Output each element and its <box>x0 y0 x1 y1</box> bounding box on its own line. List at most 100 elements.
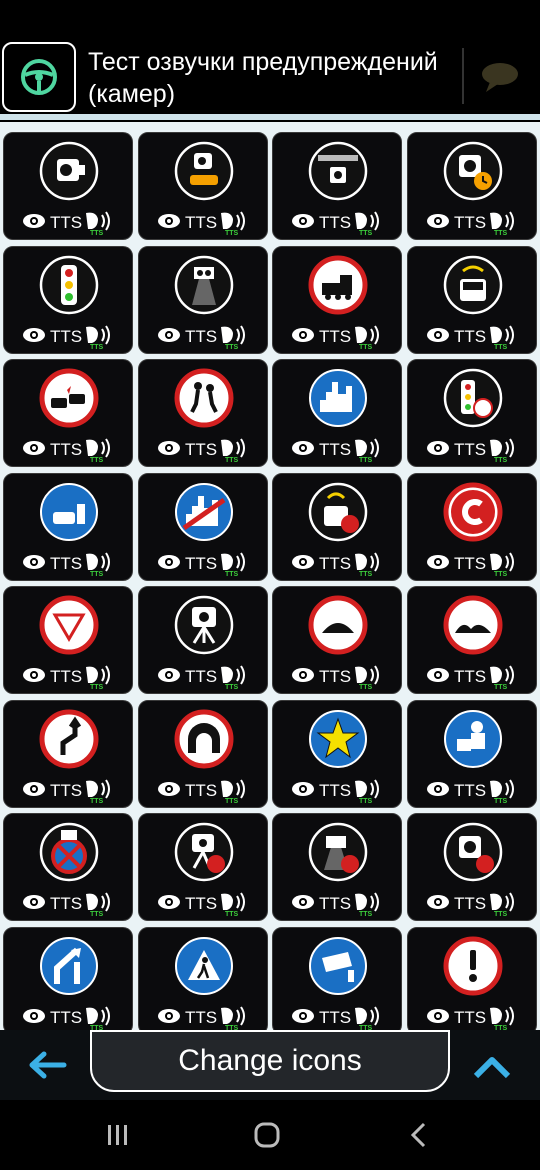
tts-label[interactable]: TTS <box>319 781 351 800</box>
chevron-up-icon[interactable] <box>472 1052 512 1082</box>
home-icon[interactable] <box>252 1120 282 1150</box>
eye-icon[interactable] <box>292 214 314 228</box>
voice-icon[interactable] <box>355 665 379 685</box>
tile-cctv-camera[interactable]: TTS TTS <box>272 926 402 1030</box>
tts-label[interactable]: TTS <box>319 327 351 346</box>
voice-icon[interactable] <box>489 211 514 231</box>
tts-label[interactable]: TTS <box>185 667 217 686</box>
voice-icon[interactable] <box>355 892 379 912</box>
eye-icon[interactable] <box>292 441 314 455</box>
tts-label[interactable]: TTS <box>319 440 351 459</box>
eye-icon[interactable] <box>426 441 449 455</box>
tts-label[interactable]: TTS <box>185 213 217 232</box>
eye-icon[interactable] <box>157 327 180 342</box>
eye-icon[interactable] <box>157 554 180 569</box>
tile-danger[interactable]: TTS TTS <box>406 926 537 1030</box>
voice-icon[interactable] <box>220 551 245 572</box>
eye-icon[interactable] <box>23 441 45 455</box>
tts-label[interactable]: TTS <box>50 781 82 800</box>
voice-icon[interactable] <box>355 324 379 345</box>
tile-lane-camera-rear[interactable]: TTS TTS <box>272 813 402 921</box>
tile-yield[interactable]: TTS TTS <box>3 586 133 694</box>
tile-lane-camera[interactable]: TTS TTS <box>137 245 268 354</box>
tts-label[interactable]: TTS <box>50 327 82 346</box>
tile-car-speed-camera[interactable]: TTS TTS <box>137 132 268 240</box>
tile-parking-zone[interactable]: TTS TTS <box>3 472 133 581</box>
voice-icon[interactable] <box>220 892 245 912</box>
eye-icon[interactable] <box>426 895 449 909</box>
tile-dangerous-curves[interactable]: TTS TTS <box>3 699 133 808</box>
tile-speed-camera-rear[interactable]: TTS TTS <box>406 813 537 921</box>
tile-police-post[interactable]: TTS TTS <box>406 699 537 808</box>
eye-icon[interactable] <box>23 327 45 342</box>
tile-no-parking-camera[interactable]: TTS TTS <box>3 813 133 921</box>
app-logo-button[interactable] <box>2 42 76 112</box>
voice-icon[interactable] <box>355 778 379 799</box>
tile-speed-bump[interactable]: TTS TTS <box>272 586 402 694</box>
voice-icon[interactable] <box>355 438 379 458</box>
eye-icon[interactable] <box>23 1008 45 1023</box>
voice-icon[interactable] <box>355 1005 379 1026</box>
eye-icon[interactable] <box>157 441 180 455</box>
tts-label[interactable]: TTS <box>454 894 486 913</box>
tts-label[interactable]: TTS <box>454 667 486 686</box>
voice-icon[interactable] <box>489 665 514 685</box>
change-icons-button[interactable]: Change icons <box>90 1030 450 1092</box>
tile-bus-lane-camera[interactable]: TTS TTS <box>406 245 537 354</box>
tts-label[interactable]: TTS <box>319 1008 351 1027</box>
eye-icon[interactable] <box>157 214 180 228</box>
eye-icon[interactable] <box>23 895 45 909</box>
tts-label[interactable]: TTS <box>185 440 217 459</box>
tts-label[interactable]: TTS <box>319 894 351 913</box>
voice-icon[interactable] <box>489 551 514 572</box>
eye-icon[interactable] <box>292 1008 314 1023</box>
arrow-left-icon[interactable] <box>28 1050 68 1080</box>
tts-label[interactable]: TTS <box>454 1008 486 1027</box>
voice-icon[interactable] <box>86 892 110 912</box>
voice-icon[interactable] <box>220 438 245 458</box>
voice-icon[interactable] <box>489 778 514 799</box>
tile-bridge-camera[interactable]: TTS TTS <box>272 132 402 240</box>
tile-tripod-camera[interactable]: TTS TTS <box>137 586 268 694</box>
voice-icon[interactable] <box>220 324 245 345</box>
tile-average-speed-camera[interactable]: TTS TTS <box>406 132 537 240</box>
tts-label[interactable]: TTS <box>185 894 217 913</box>
tile-congestion-charge[interactable]: TTS TTS <box>406 472 537 581</box>
eye-icon[interactable] <box>157 1008 180 1023</box>
tile-speed-camera[interactable]: TTS TTS <box>3 132 133 240</box>
voice-icon[interactable] <box>489 438 514 458</box>
eye-icon[interactable] <box>426 554 449 569</box>
tts-label[interactable]: TTS <box>454 554 486 573</box>
voice-icon[interactable] <box>86 211 110 231</box>
voice-icon[interactable] <box>489 1005 514 1026</box>
tts-label[interactable]: TTS <box>50 1008 82 1027</box>
tts-label[interactable]: TTS <box>185 781 217 800</box>
eye-icon[interactable] <box>292 895 314 909</box>
voice-icon[interactable] <box>86 665 110 685</box>
tts-label[interactable]: TTS <box>454 327 486 346</box>
tts-label[interactable]: TTS <box>50 554 82 573</box>
voice-icon[interactable] <box>86 438 110 458</box>
tile-accident[interactable]: TTS TTS <box>3 359 133 467</box>
tile-favorite[interactable]: TTS TTS <box>272 699 402 808</box>
voice-icon[interactable] <box>220 211 245 231</box>
tts-label[interactable]: TTS <box>454 213 486 232</box>
eye-icon[interactable] <box>23 781 45 796</box>
tts-label[interactable]: TTS <box>185 1008 217 1027</box>
tts-label[interactable]: TTS <box>50 213 82 232</box>
recent-apps-icon[interactable] <box>103 1120 133 1150</box>
voice-icon[interactable] <box>86 551 110 572</box>
tile-city-end[interactable]: TTS TTS <box>137 472 268 581</box>
voice-icon[interactable] <box>86 324 110 345</box>
voice-icon[interactable] <box>86 1005 110 1026</box>
voice-icon[interactable] <box>489 892 514 912</box>
eye-icon[interactable] <box>157 668 180 682</box>
eye-icon[interactable] <box>23 668 45 682</box>
voice-icon[interactable] <box>220 778 245 799</box>
eye-icon[interactable] <box>292 554 314 569</box>
tts-label[interactable]: TTS <box>50 440 82 459</box>
eye-icon[interactable] <box>426 1008 449 1023</box>
eye-icon[interactable] <box>23 214 45 228</box>
tile-merge[interactable]: TTS TTS <box>3 926 133 1030</box>
tile-tunnel[interactable]: TTS TTS <box>137 699 268 808</box>
